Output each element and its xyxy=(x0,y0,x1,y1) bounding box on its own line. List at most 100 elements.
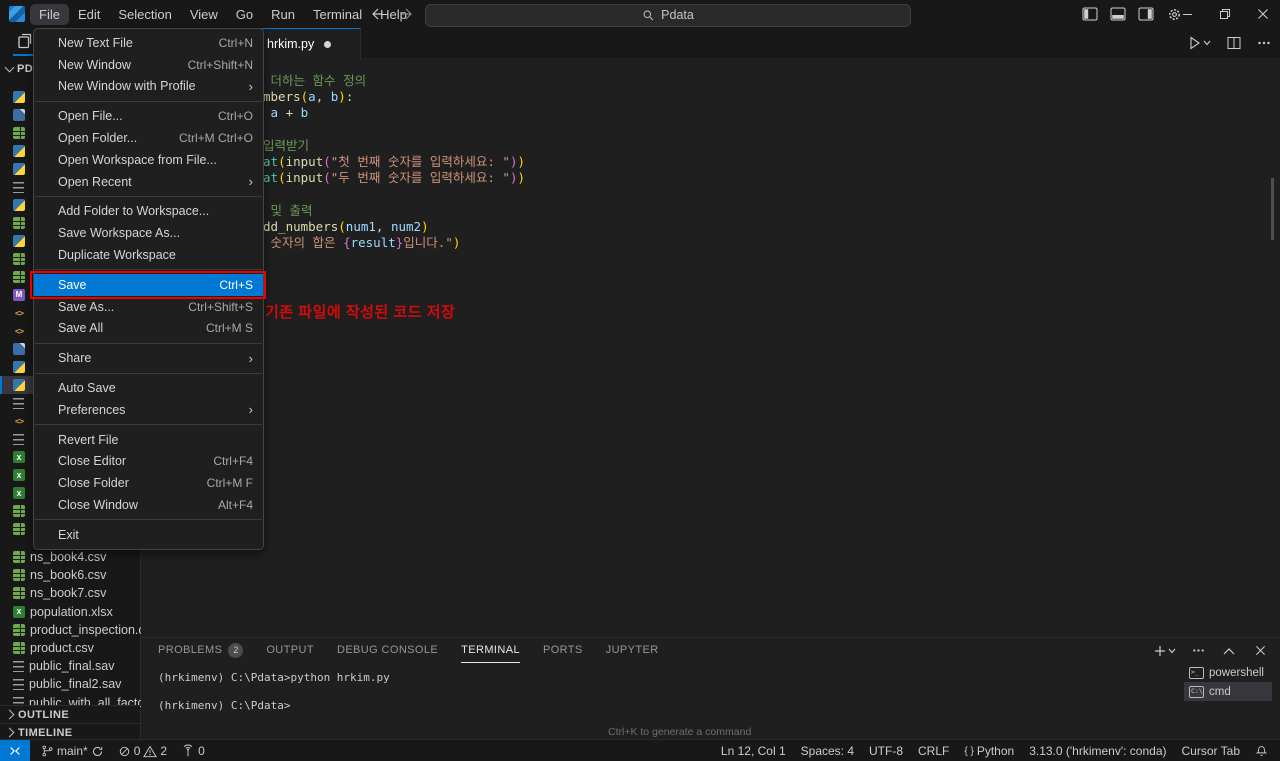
status-python[interactable]: { } Python xyxy=(960,740,1018,761)
md-file-icon xyxy=(13,289,25,301)
close-panel-icon[interactable] xyxy=(1250,641,1270,661)
menu-item-open-file[interactable]: Open File... Ctrl+O xyxy=(34,105,263,127)
status-utf-8[interactable]: UTF-8 xyxy=(865,740,907,761)
code-token: 및 출력 xyxy=(263,202,313,218)
menubar: File Edit Selection View Go Run Terminal Help xyxy=(30,0,416,28)
modified-dot-icon[interactable] xyxy=(324,40,332,48)
menu-item-close-folder[interactable]: Close Folder Ctrl+M F xyxy=(34,472,263,494)
menu-item-save-as[interactable]: Save As... Ctrl+Shift+S xyxy=(34,296,263,318)
toggle-panel-icon[interactable] xyxy=(1108,4,1128,24)
menu-item-new-window[interactable]: New Window Ctrl+Shift+N xyxy=(34,54,263,76)
panel-tab-terminal[interactable]: TERMINAL xyxy=(461,638,520,663)
status-cursor-tab[interactable]: Cursor Tab xyxy=(1178,740,1244,761)
code-token: input xyxy=(285,170,324,186)
statusbar: main* 0 2 0 Ln 12, Col 1 Spaces: 4 UTF-8 CR… xyxy=(0,739,1280,761)
panel-tab-output[interactable]: OUTPUT xyxy=(266,638,314,663)
menu-item-open-folder[interactable]: Open Folder... Ctrl+M Ctrl+O xyxy=(34,127,263,149)
menu-item-save-all[interactable]: Save All Ctrl+M S xyxy=(34,318,263,340)
menu-shortcut: Ctrl+Shift+S xyxy=(188,299,253,314)
menu-item-duplicate-workspace[interactable]: Duplicate Workspace xyxy=(34,244,263,266)
more-actions-icon[interactable] xyxy=(1254,33,1274,53)
file-tree-item-ns-book4-csv[interactable]: ns_book4.csv xyxy=(0,548,140,566)
panel-tab-debug-console[interactable]: DEBUG CONSOLE xyxy=(337,638,438,663)
file-tree-item-public-final2-sav[interactable]: public_final2.sav xyxy=(0,675,140,693)
menu-item-share[interactable]: Share › xyxy=(34,347,263,369)
file-tree-item-product-inspection-csv[interactable]: product_inspection.csv xyxy=(0,621,157,639)
menu-separator xyxy=(35,269,262,271)
remote-indicator[interactable] xyxy=(0,740,30,761)
command-center-search[interactable]: Pdata xyxy=(425,3,911,27)
panel-tabs: PROBLEMS 2 OUTPUT DEBUG CONSOLE TERMINAL PORT… xyxy=(158,638,659,663)
file-tree-item-ns-book6-csv[interactable]: ns_book6.csv xyxy=(0,566,140,584)
file-tree-item-public-final-sav[interactable]: public_final.sav xyxy=(0,657,140,675)
menubar-item-run[interactable]: Run xyxy=(262,4,304,25)
new-terminal-icon[interactable] xyxy=(1153,641,1177,661)
menu-item-preferences[interactable]: Preferences › xyxy=(34,399,263,421)
problems-status[interactable]: 0 2 xyxy=(113,740,172,761)
file-tree-item-product-csv[interactable]: product.csv xyxy=(0,639,140,657)
py-file-icon xyxy=(13,235,25,247)
csv-file-icon xyxy=(13,523,25,535)
menu-item-close-window[interactable]: Close Window Alt+F4 xyxy=(34,494,263,516)
panel-more-actions-icon[interactable] xyxy=(1188,641,1208,661)
chevron-right-icon xyxy=(4,727,15,738)
menu-item-save[interactable]: Save Ctrl+S xyxy=(30,270,266,299)
menu-item-exit[interactable]: Exit xyxy=(34,524,263,546)
code-area[interactable]: 더하는 함수 정의 mbers(a, b): a + b 입력받기 at(input(… xyxy=(141,58,1280,637)
maximize-panel-icon[interactable] xyxy=(1219,641,1239,661)
code-token: ( xyxy=(338,218,346,234)
panel-tab-jupyter[interactable]: JUPYTER xyxy=(606,638,659,663)
menubar-item-edit[interactable]: Edit xyxy=(69,4,109,25)
status-3-13-0-hrkimenv-conda[interactable]: 3.13.0 ('hrkimenv': conda) xyxy=(1025,740,1170,761)
terminal-output[interactable]: (hrkimenv) C:\Pdata>python hrkim.py (hrki… xyxy=(158,671,390,727)
status-label: Ln 12, Col 1 xyxy=(720,744,786,758)
terminal-instance-cmd[interactable]: C:\ cmd xyxy=(1184,682,1272,701)
terminal-line: (hrkimenv) C:\Pdata>python hrkim.py xyxy=(158,671,390,684)
run-python-file-icon[interactable] xyxy=(1188,33,1214,53)
explorer-files-icon[interactable] xyxy=(16,32,34,50)
close-button[interactable] xyxy=(1244,0,1280,28)
menubar-item-view[interactable]: View xyxy=(181,4,227,25)
status-spaces-4[interactable]: Spaces: 4 xyxy=(797,740,858,761)
menubar-item-terminal[interactable]: Terminal xyxy=(304,4,371,25)
restore-button[interactable] xyxy=(1206,0,1244,28)
remote-icon xyxy=(10,747,20,755)
notifications-bell[interactable] xyxy=(1251,740,1272,761)
menubar-item-go[interactable]: Go xyxy=(227,4,262,25)
status-crlf[interactable]: CRLF xyxy=(914,740,953,761)
menu-item-close-editor[interactable]: Close Editor Ctrl+F4 xyxy=(34,451,263,473)
menu-item-open-workspace-from-file[interactable]: Open Workspace from File... xyxy=(34,149,263,171)
menubar-item-file[interactable]: File xyxy=(30,3,69,25)
tab-hrkim-py[interactable]: hrkim.py xyxy=(255,28,361,59)
panel-tab-ports[interactable]: PORTS xyxy=(543,638,583,663)
file-tree-item-population-xlsx[interactable]: population.xlsx xyxy=(0,603,140,621)
file-tree-item-ns-book7-csv[interactable]: ns_book7.csv xyxy=(0,584,140,602)
back-arrow-icon[interactable] xyxy=(366,4,386,24)
panel-tab-problems[interactable]: PROBLEMS 2 xyxy=(158,638,244,663)
file-name: public_final2.sav xyxy=(29,677,122,692)
minimize-button[interactable] xyxy=(1168,0,1206,28)
menu-item-open-recent[interactable]: Open Recent › xyxy=(34,171,263,193)
menu-item-new-window-with-profile[interactable]: New Window with Profile › xyxy=(34,76,263,98)
toggle-secondary-sidebar-icon[interactable] xyxy=(1136,4,1156,24)
menu-item-add-folder-to-workspace[interactable]: Add Folder to Workspace... xyxy=(34,201,263,223)
menu-item-new-text-file[interactable]: New Text File Ctrl+N xyxy=(34,32,263,54)
terminal-instance-list: >_ powershell C:\ cmd xyxy=(1184,663,1272,701)
menu-item-revert-file[interactable]: Revert File xyxy=(34,429,263,451)
terminal-instance-powershell[interactable]: >_ powershell xyxy=(1184,663,1272,682)
status-ln-12-col-1[interactable]: Ln 12, Col 1 xyxy=(717,740,790,761)
editor-scrollbar[interactable] xyxy=(1271,178,1274,240)
split-editor-icon[interactable] xyxy=(1224,33,1244,53)
code-token: b xyxy=(323,89,339,105)
toggle-sidebar-icon[interactable] xyxy=(1080,4,1100,24)
menu-item-auto-save[interactable]: Auto Save xyxy=(34,377,263,399)
git-branch-icon xyxy=(42,745,53,757)
py-file-icon xyxy=(13,91,25,103)
git-branch-status[interactable]: main* xyxy=(36,740,109,761)
menu-item-save-workspace-as[interactable]: Save Workspace As... xyxy=(34,222,263,244)
ports-status[interactable]: 0 xyxy=(176,740,210,761)
forward-arrow-icon[interactable] xyxy=(398,4,418,24)
menubar-item-selection[interactable]: Selection xyxy=(109,4,180,25)
sidebar-section-outline[interactable]: OUTLINE xyxy=(0,705,140,723)
